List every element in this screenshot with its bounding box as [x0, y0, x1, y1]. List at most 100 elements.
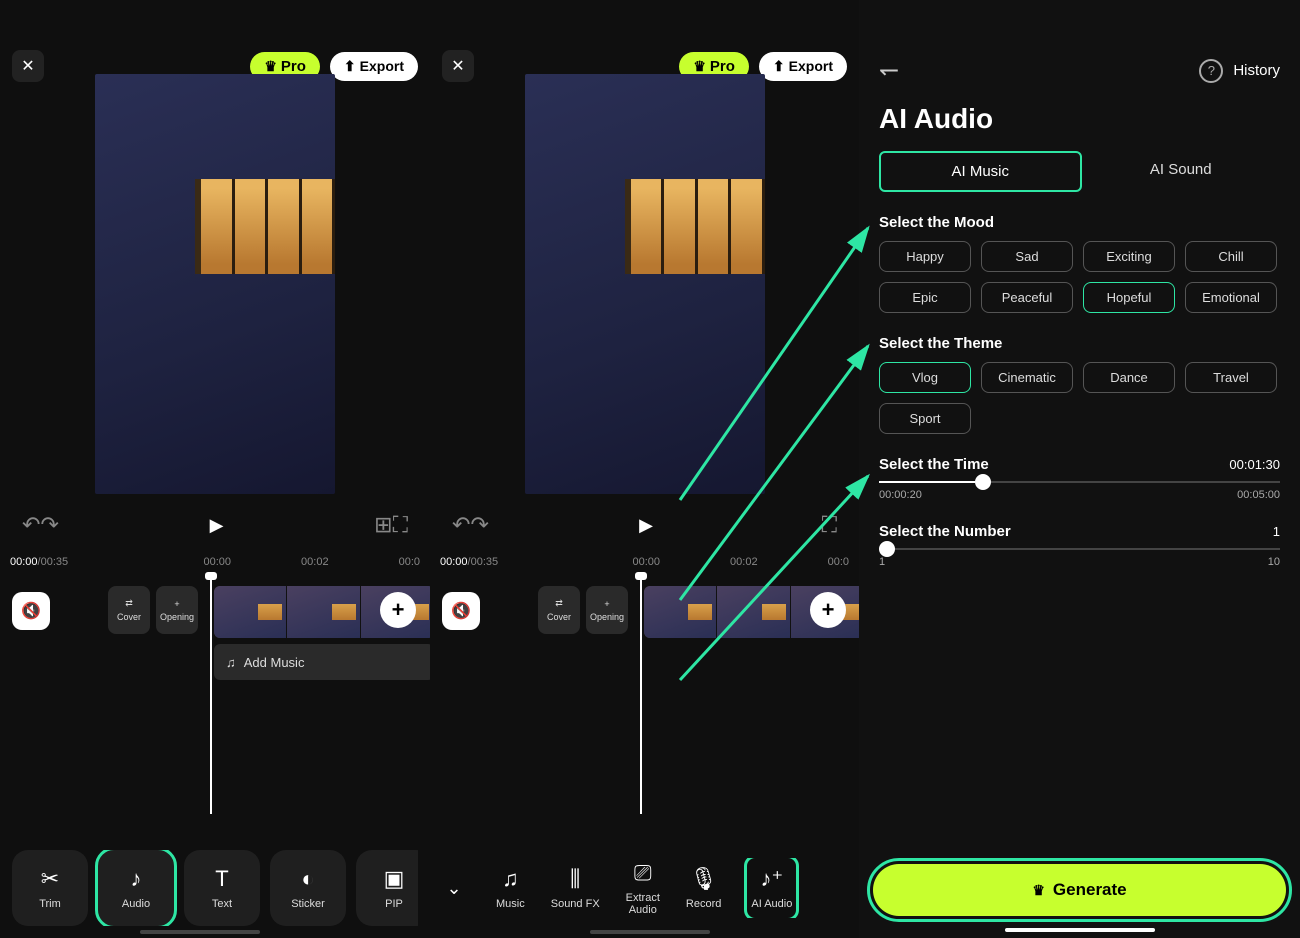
tool-label: Trim — [39, 898, 61, 910]
play-icon[interactable]: ▶ — [210, 515, 224, 536]
tool-trim[interactable]: ✂Trim — [12, 850, 88, 926]
tab-ai-sound[interactable]: AI Sound — [1082, 151, 1281, 192]
theme-option-travel[interactable]: Travel — [1185, 362, 1277, 393]
undo-icon[interactable]: ↶ — [452, 512, 470, 538]
export-label: Export — [360, 58, 404, 74]
tab-ai-music[interactable]: AI Music — [879, 151, 1082, 192]
theme-option-dance[interactable]: Dance — [1083, 362, 1175, 393]
add-music-button[interactable]: ♫Add Music — [214, 644, 434, 680]
chevron-down-icon[interactable]: ⌄ — [438, 872, 470, 904]
fullscreen-icon[interactable]: ⛶ — [393, 512, 408, 538]
tool-ai-audio[interactable]: ♪⁺AI Audio — [747, 858, 796, 918]
panel-header: ↽ ? History — [859, 0, 1300, 85]
time-header: Select the Time 00:01:30 — [859, 434, 1300, 481]
generate-button[interactable]: ♛Generate — [873, 864, 1286, 916]
tick: 00:02 — [301, 556, 329, 568]
time-label: Select the Time — [879, 456, 989, 473]
back-arrow-icon[interactable]: ↽ — [879, 56, 899, 85]
timeline[interactable]: 🔇 ⇄Cover +Opening + ♫Add Music — [0, 574, 430, 814]
tool-music[interactable]: ♫Music — [496, 866, 525, 910]
tool-soundfx[interactable]: ⫼Sound FX — [551, 866, 600, 910]
number-value: 1 — [1273, 524, 1280, 539]
pip-icon: ▣ — [384, 866, 405, 892]
export-button[interactable]: ⬆Export — [330, 52, 418, 81]
add-clip-button[interactable]: + — [810, 592, 846, 628]
number-slider[interactable] — [859, 548, 1300, 550]
opening-button[interactable]: +Opening — [586, 586, 628, 634]
playhead[interactable] — [210, 574, 212, 814]
mood-option-sad[interactable]: Sad — [981, 241, 1073, 272]
music-note-icon: ♪ — [131, 866, 142, 892]
cover-button[interactable]: ⇄Cover — [538, 586, 580, 634]
editor-panel-left: ✕ ♛Pro ⬆Export ↶ ↷ ▶ ⊞ ⛶ 00:00/00:35 00:… — [0, 0, 430, 938]
history-link[interactable]: History — [1233, 62, 1280, 79]
number-header: Select the Number 1 — [859, 501, 1300, 548]
theme-label: Select the Theme — [859, 313, 1300, 362]
cover-button[interactable]: ⇄Cover — [108, 586, 150, 634]
tool-pip[interactable]: ▣PIP — [356, 850, 418, 926]
preview-image — [195, 179, 335, 274]
tick: 00:00 — [633, 556, 661, 568]
export-button[interactable]: ⬆Export — [759, 52, 847, 81]
playback-controls: ↶ ↷ ▶ ⊞ ⛶ — [430, 494, 859, 556]
tool-text[interactable]: TText — [184, 850, 260, 926]
bottom-toolbar: ✂Trim ♪Audio TText ◐ Sticker ▣PIP — [12, 850, 418, 926]
mute-button[interactable]: 🔇 — [442, 592, 480, 630]
ai-audio-panel: ↽ ? History AI Audio AI Music AI Sound S… — [859, 0, 1300, 938]
redo-icon[interactable]: ↷ — [40, 512, 58, 538]
tool-extract-audio[interactable]: ⎚Extract Audio — [626, 860, 660, 916]
redo-icon[interactable]: ↷ — [470, 512, 488, 538]
tool-record[interactable]: 🎙 Record — [686, 866, 721, 910]
mood-label: Select the Mood — [859, 192, 1300, 241]
sticker-icon: ◐ — [301, 866, 314, 892]
time-slider[interactable] — [859, 481, 1300, 483]
help-icon[interactable]: ? — [1199, 59, 1223, 83]
ai-audio-icon: ♪⁺ — [761, 866, 784, 892]
preview-image — [625, 179, 765, 274]
hd-icon[interactable]: ⊞ — [374, 512, 392, 538]
tick: 00:0 — [828, 556, 849, 568]
tool-label: Sticker — [291, 898, 325, 910]
close-button[interactable]: ✕ — [12, 50, 44, 82]
mute-button[interactable]: 🔇 — [12, 592, 50, 630]
number-min: 1 — [879, 556, 885, 568]
tool-label: Sound FX — [551, 898, 600, 910]
theme-option-vlog[interactable]: Vlog — [879, 362, 971, 393]
mood-option-peaceful[interactable]: Peaceful — [981, 282, 1073, 313]
tool-label: Record — [686, 898, 721, 910]
opening-button[interactable]: +Opening — [156, 586, 198, 634]
editor-panel-mid: ✕ ♛Pro ⬆Export ↶ ↷ ▶ ⊞ ⛶ 00:00/00:35 00:… — [430, 0, 859, 938]
mood-option-hopeful[interactable]: Hopeful — [1083, 282, 1175, 313]
fullscreen-icon[interactable]: ⛶ — [822, 512, 837, 538]
tool-audio[interactable]: ♪Audio — [98, 850, 174, 926]
history-row: ? History — [1199, 59, 1280, 83]
video-preview[interactable] — [525, 74, 765, 494]
close-button[interactable]: ✕ — [442, 50, 474, 82]
tool-label: Extract Audio — [626, 892, 660, 916]
playhead[interactable] — [640, 574, 642, 814]
theme-option-sport[interactable]: Sport — [879, 403, 971, 434]
mood-options: Happy Sad Exciting Chill Epic Peaceful Hopeful… — [859, 241, 1300, 313]
upload-icon: ⬆ — [773, 58, 785, 75]
mood-option-emotional[interactable]: Emotional — [1185, 282, 1277, 313]
crown-icon: ♛ — [1032, 882, 1045, 899]
undo-icon[interactable]: ↶ — [22, 512, 40, 538]
playback-controls: ↶ ↷ ▶ ⊞ ⛶ — [0, 494, 430, 556]
number-max: 10 — [1268, 556, 1280, 568]
theme-option-cinematic[interactable]: Cinematic — [981, 362, 1073, 393]
timeline[interactable]: 🔇 ⇄Cover +Opening + — [430, 574, 859, 814]
mood-option-happy[interactable]: Happy — [879, 241, 971, 272]
video-preview[interactable] — [95, 74, 335, 494]
time-total: 00:35 — [471, 556, 499, 568]
cover-label: Cover — [547, 612, 571, 622]
microphone-icon: 🎙 — [690, 866, 718, 892]
mood-option-chill[interactable]: Chill — [1185, 241, 1277, 272]
mood-option-epic[interactable]: Epic — [879, 282, 971, 313]
tool-sticker[interactable]: ◐ Sticker — [270, 850, 346, 926]
add-clip-button[interactable]: + — [380, 592, 416, 628]
mood-option-exciting[interactable]: Exciting — [1083, 241, 1175, 272]
play-icon[interactable]: ▶ — [639, 515, 653, 536]
opening-label: Opening — [160, 612, 194, 622]
export-label: Export — [789, 58, 833, 74]
topbar-mid: ✕ ♛Pro ⬆Export — [430, 0, 859, 82]
